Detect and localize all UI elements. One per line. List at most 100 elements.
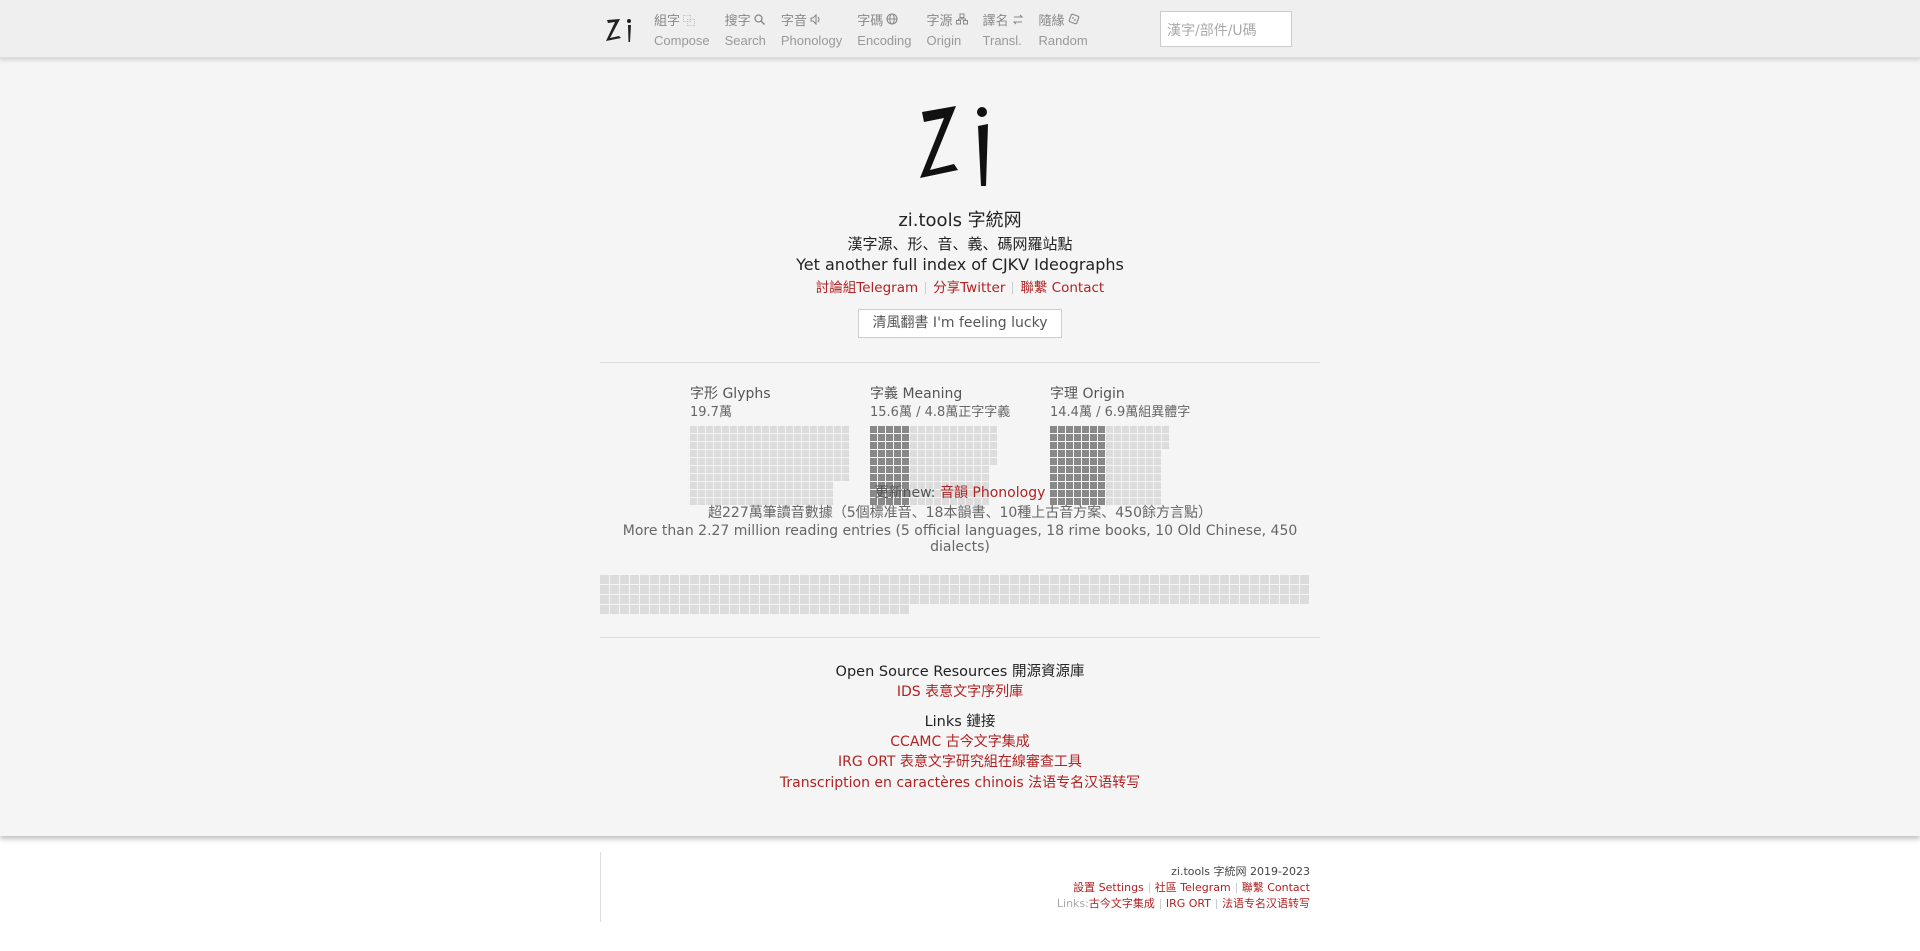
grid-cell [842, 434, 849, 441]
grid-cell [762, 442, 769, 449]
grid-cell [1146, 466, 1153, 473]
grid-cell [706, 466, 713, 473]
grid-cell [738, 442, 745, 449]
grid-cell [1082, 458, 1089, 465]
grid-cell [886, 426, 893, 433]
grid-cell [1140, 575, 1149, 584]
ids-link[interactable]: IDS 表意文字序列庫 [897, 684, 1023, 700]
hierarchy-icon [955, 12, 968, 31]
grid-cell [1090, 595, 1099, 604]
nav-encoding[interactable]: 字碼 Encoding [857, 11, 911, 50]
grid-cell [778, 458, 785, 465]
grid-cell [910, 466, 917, 473]
grid-cell [850, 595, 859, 604]
grid-cell [1020, 575, 1029, 584]
grid-cell [890, 595, 899, 604]
grid-cell [1130, 474, 1137, 481]
grid-cell [990, 575, 999, 584]
grid-cell [706, 434, 713, 441]
grid-cell [700, 575, 709, 584]
grid-cell [1050, 575, 1059, 584]
footer-transcription-link[interactable]: 法语专名汉语转写 [1222, 897, 1310, 910]
grid-cell [1050, 595, 1059, 604]
grid-cell [1130, 434, 1137, 441]
grid-cell [982, 474, 989, 481]
grid-cell [878, 450, 885, 457]
grid-cell [770, 426, 777, 433]
grid-cell [762, 474, 769, 481]
grid-cell [1066, 426, 1073, 433]
grid-cell [730, 450, 737, 457]
nav-origin[interactable]: 字源 Origin [927, 11, 968, 50]
grid-cell [834, 474, 841, 481]
nav-translation-en: Transl. [982, 33, 1022, 48]
grid-cell [942, 450, 949, 457]
grid-cell [1154, 426, 1161, 433]
grid-cell [966, 426, 973, 433]
grid-cell [818, 474, 825, 481]
grid-cell [842, 466, 849, 473]
grid-cell [1138, 474, 1145, 481]
grid-cell [1122, 466, 1129, 473]
footer-irg-link[interactable]: IRG ORT [1166, 897, 1211, 910]
grid-cell [926, 434, 933, 441]
grid-cell [820, 605, 829, 614]
settings-link[interactable]: 設置 Settings [1073, 881, 1144, 894]
footer-contact-link[interactable]: 聯繫 Contact [1242, 881, 1310, 894]
site-logo[interactable] [604, 0, 640, 58]
nav-compose[interactable]: 組字⿻ Compose [654, 11, 710, 50]
grid-cell [730, 474, 737, 481]
grid-cell [1122, 450, 1129, 457]
nav-phonology[interactable]: 字音 Phonology [781, 11, 842, 50]
telegram-link[interactable]: 討論組Telegram [816, 280, 918, 296]
grid-cell [810, 474, 817, 481]
grid-cell [850, 605, 859, 614]
grid-cell [640, 605, 649, 614]
grid-cell [834, 442, 841, 449]
footer-telegram-link[interactable]: 社區 Telegram [1155, 881, 1231, 894]
grid-cell [720, 595, 729, 604]
grid-cell [1050, 434, 1057, 441]
nav-random[interactable]: 隨緣 Random [1039, 11, 1088, 50]
grid-cell [730, 426, 737, 433]
ids-link-row: IDS 表意文字序列庫 [600, 681, 1320, 701]
ccamc-link[interactable]: CCAMC 古今文字集成 [890, 734, 1029, 750]
search-input[interactable]: 漢字/部件/U碼 [1160, 11, 1292, 47]
grid-cell [778, 450, 785, 457]
grid-cell [722, 458, 729, 465]
grid-cell [1200, 575, 1209, 584]
nav-search[interactable]: 搜字 Search [725, 11, 766, 50]
grid-cell [1146, 426, 1153, 433]
grid-cell [738, 450, 745, 457]
grid-cell [720, 575, 729, 584]
grid-cell [1040, 575, 1049, 584]
nav-phonology-label: 字音 [780, 13, 807, 28]
grid-cell [918, 466, 925, 473]
grid-cell [1000, 575, 1009, 584]
grid-cell [762, 434, 769, 441]
grid-cell [690, 450, 697, 457]
grid-cell [600, 585, 609, 594]
grid-cell [1230, 575, 1239, 584]
feeling-lucky-button[interactable]: 清風翻書 I'm feeling lucky [858, 309, 1062, 338]
grid-cell [1290, 595, 1299, 604]
grid-cell [1260, 595, 1269, 604]
irg-ort-link[interactable]: IRG ORT 表意文字研究組在線審查工具 [838, 754, 1082, 770]
twitter-link[interactable]: 分享Twitter [933, 280, 1005, 296]
grid-cell [926, 458, 933, 465]
contact-link[interactable]: 聯繫 Contact [1020, 280, 1104, 296]
grid-cell [902, 442, 909, 449]
grid-cell [974, 442, 981, 449]
grid-cell [670, 575, 679, 584]
grid-cell [1110, 595, 1119, 604]
grid-cell [886, 450, 893, 457]
ccamc-link-row: CCAMC 古今文字集成 [600, 731, 1320, 751]
nav-translation[interactable]: 譯名 Transl. [983, 11, 1024, 50]
footer-ccamc-link[interactable]: 古今文字集成 [1089, 897, 1155, 910]
links-heading: Links 鏈接 [924, 714, 996, 730]
transcription-link[interactable]: Transcription en caractères chinois 法语专名… [780, 775, 1140, 791]
grid-cell [1114, 434, 1121, 441]
phonology-link[interactable]: 音韻 Phonology [940, 485, 1045, 501]
grid-cell [800, 595, 809, 604]
grid-cell [1098, 434, 1105, 441]
